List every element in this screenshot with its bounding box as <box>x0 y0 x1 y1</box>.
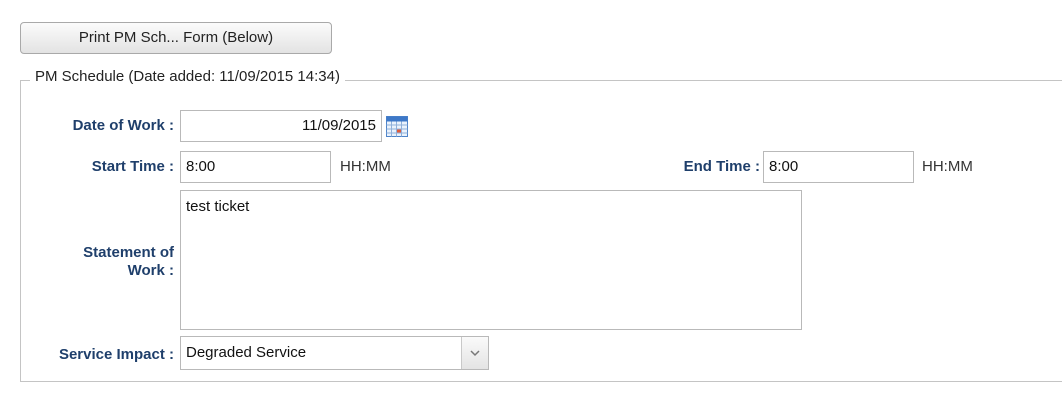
statement-of-work-textarea[interactable]: test ticket <box>180 190 802 330</box>
select-arrow-button[interactable] <box>461 337 488 369</box>
service-impact-label: Service Impact : <box>58 346 174 363</box>
statement-of-work-label-line1: Statement of <box>83 244 174 261</box>
start-time-format-hint: HH:MM <box>340 158 391 175</box>
date-of-work-label: Date of Work : <box>72 117 174 134</box>
statement-of-work-label: Statement of Work : <box>20 244 174 280</box>
service-impact-value: Degraded Service <box>186 344 307 361</box>
date-of-work-input[interactable]: 11/09/2015 <box>180 110 382 142</box>
start-time-label: Start Time : <box>91 158 174 175</box>
end-time-input[interactable]: 8:00 <box>763 151 914 183</box>
end-time-format-hint: HH:MM <box>922 158 973 175</box>
statement-of-work-label-line2: Work : <box>127 262 174 279</box>
pm-schedule-legend: PM Schedule (Date added: 11/09/2015 14:3… <box>30 68 345 85</box>
calendar-icon[interactable] <box>385 114 409 138</box>
start-time-input[interactable]: 8:00 <box>180 151 331 183</box>
chevron-down-icon <box>470 349 480 356</box>
end-time-label: End Time : <box>683 158 760 175</box>
service-impact-select[interactable]: Degraded Service <box>180 336 489 370</box>
print-pm-schedule-button[interactable]: Print PM Sch... Form (Below) <box>20 22 332 54</box>
